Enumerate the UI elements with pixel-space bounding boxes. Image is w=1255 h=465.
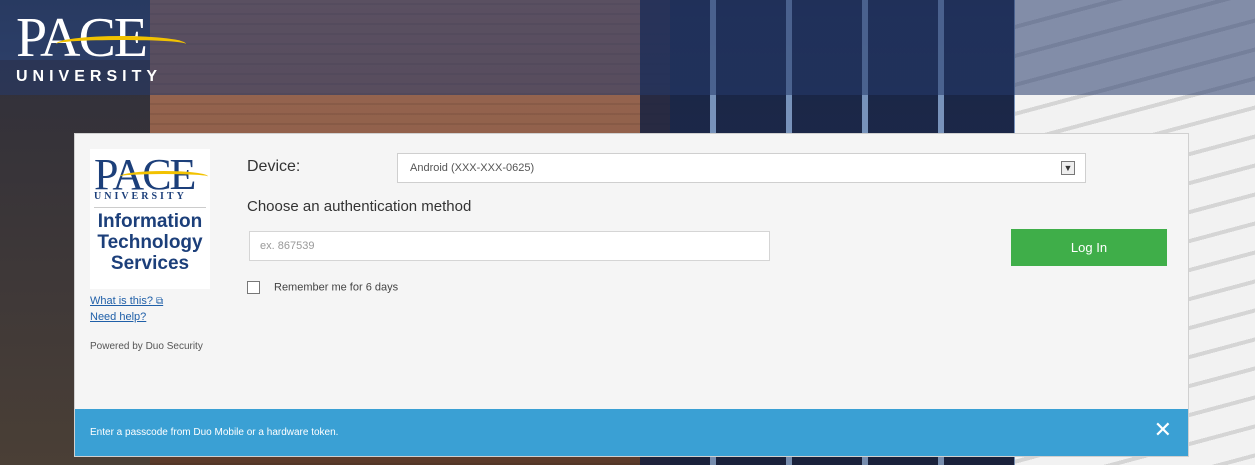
its-logo-divider bbox=[94, 207, 206, 208]
logo-subtitle: UNIVERSITY bbox=[16, 68, 163, 85]
logo-swoosh bbox=[56, 36, 186, 52]
its-logo-swoosh bbox=[120, 171, 208, 182]
chevron-down-icon[interactable]: ▼ bbox=[1061, 161, 1075, 175]
its-dept-name: Information Technology Services bbox=[97, 211, 203, 274]
device-selected-value: Android (XXX-XXX-0625) bbox=[410, 162, 535, 174]
close-icon[interactable]: ✕ bbox=[1154, 419, 1172, 441]
need-help-link[interactable]: Need help? bbox=[90, 311, 215, 323]
remember-me-label: Remember me for 6 days bbox=[274, 281, 399, 294]
remember-me-checkbox[interactable] bbox=[247, 281, 260, 294]
powered-by-text: Powered by Duo Security bbox=[90, 341, 203, 352]
device-label: Device: bbox=[247, 158, 301, 175]
duo-auth-frame: PACE UNIVERSITY Information Technology S… bbox=[74, 133, 1189, 457]
pace-university-logo: PACE UNIVERSITY bbox=[12, 6, 202, 90]
duo-sidebar: PACE UNIVERSITY Information Technology S… bbox=[90, 149, 215, 352]
its-logo: PACE UNIVERSITY Information Technology S… bbox=[90, 149, 210, 289]
external-link-icon: ⧉ bbox=[156, 296, 164, 307]
device-select[interactable]: Android (XXX-XXX-0625) ▼ bbox=[397, 153, 1086, 183]
auth-method-label: Choose an authentication method bbox=[247, 198, 472, 215]
message-text: Enter a passcode from Duo Mobile or a ha… bbox=[90, 427, 339, 438]
remember-me-option[interactable]: Remember me for 6 days bbox=[247, 281, 398, 294]
what-is-this-label: What is this? bbox=[90, 295, 153, 307]
its-logo-subtitle: UNIVERSITY bbox=[94, 191, 187, 202]
passcode-input[interactable] bbox=[249, 231, 770, 261]
message-bar: Enter a passcode from Duo Mobile or a ha… bbox=[75, 409, 1188, 456]
log-in-button[interactable]: Log In bbox=[1011, 229, 1167, 266]
what-is-this-link[interactable]: What is this? ⧉ bbox=[90, 295, 215, 307]
sidebar-links: What is this? ⧉ Need help? bbox=[90, 295, 215, 323]
